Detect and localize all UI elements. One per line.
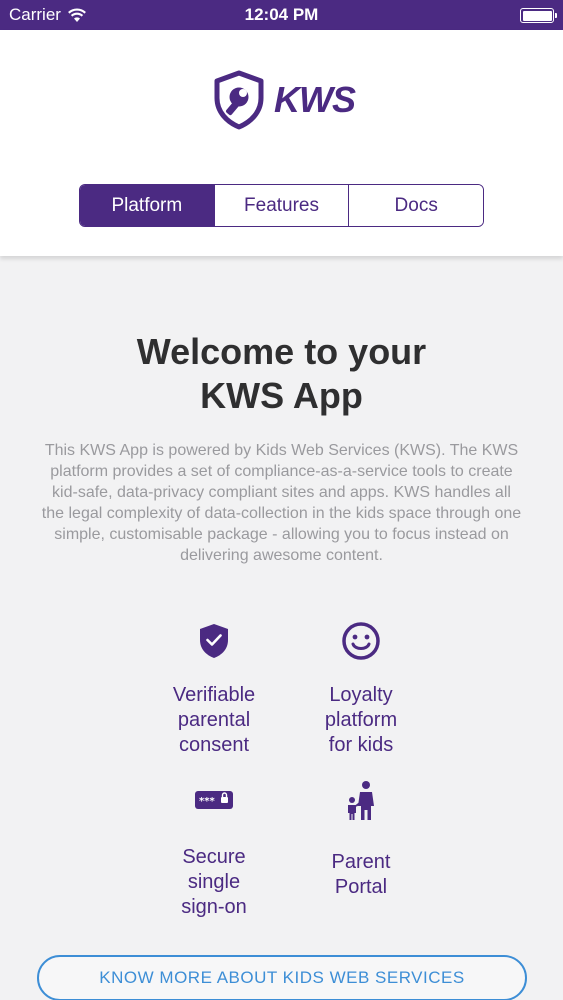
feature-label: Secure single sign-on [181, 846, 247, 918]
kws-logo: KWS [212, 70, 356, 130]
smiley-icon [342, 622, 380, 660]
logo-text: KWS [274, 79, 356, 120]
password-lock-icon: *** [195, 791, 233, 809]
status-time: 12:04 PM [244, 5, 319, 24]
tab-platform[interactable]: Platform [80, 185, 215, 226]
feature-single-sign-on: *** Secure single sign-on [134, 783, 294, 920]
svg-text:***: *** [199, 796, 215, 807]
intro-description: This KWS App is powered by Kids Web Serv… [41, 442, 522, 564]
app-header: KWS Platform Features Docs [0, 30, 563, 256]
title-line-2: KWS App [200, 375, 363, 416]
page-title: Welcome to your KWS App [0, 330, 563, 418]
feature-parental-consent: Verifiable parental consent [134, 620, 294, 758]
shield-wrench-icon [214, 70, 264, 130]
shield-check-icon [200, 624, 228, 658]
title-line-1: Welcome to your [136, 331, 427, 372]
feature-label: Loyalty platform for kids [324, 684, 398, 756]
feature-label: Verifiable parental consent [172, 684, 256, 756]
feature-parent-portal: Parent Portal [281, 778, 441, 900]
feature-loyalty-platform: Loyalty platform for kids [281, 620, 441, 758]
section-tabs: Platform Features Docs [79, 184, 484, 227]
battery-icon [520, 8, 557, 23]
parent-child-icon [348, 781, 374, 820]
battery-level [522, 10, 552, 21]
tab-features[interactable]: Features [214, 185, 350, 226]
tab-docs[interactable]: Docs [349, 185, 483, 226]
know-more-button[interactable]: KNOW MORE ABOUT KIDS WEB SERVICES [37, 955, 527, 1000]
status-bar: Carrier 12:04 PM [0, 0, 563, 30]
feature-label: Parent Portal [331, 851, 391, 898]
